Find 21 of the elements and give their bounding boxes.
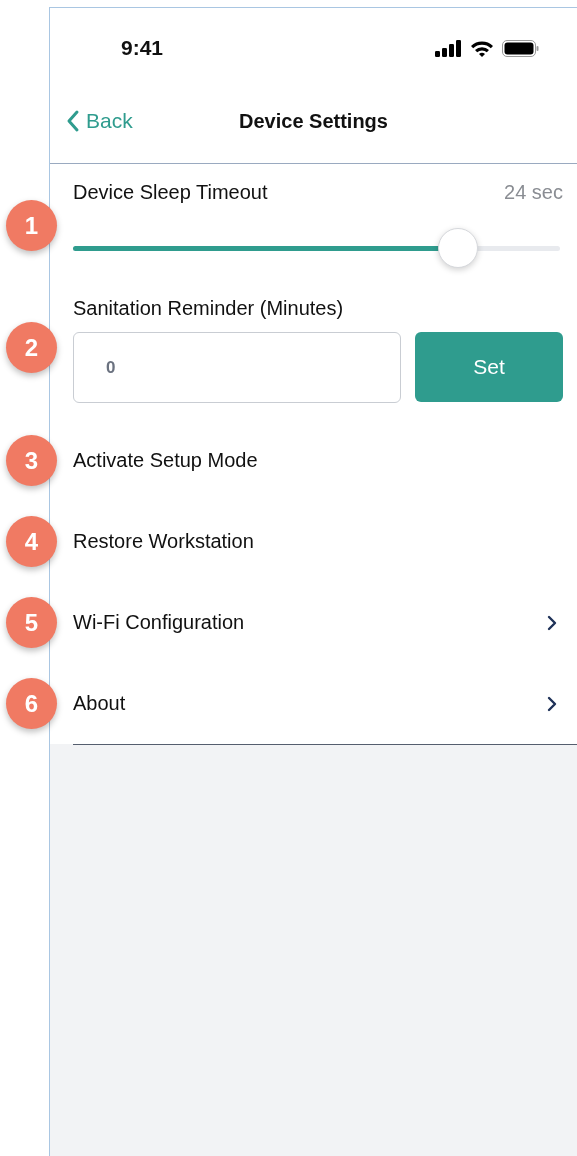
step-number-badge: 1 [6,200,57,251]
menu-item[interactable]: About [73,692,126,715]
wifi-icon [470,39,494,57]
step-number-badge: 2 [6,322,57,373]
step-number-badge: 4 [6,516,57,567]
status-time: 9:41 [121,36,164,60]
page-title: Device Settings [239,110,388,133]
setting-label: Device Sleep Timeout [73,181,268,204]
setting-label: Sanitation Reminder (Minutes) [73,297,344,320]
step-number-badge: 5 [6,597,57,648]
menu-item[interactable]: Activate Setup Mode [73,449,258,472]
step-number-badge: 3 [6,435,57,486]
minutes-input-field[interactable]: 0 [73,332,401,403]
menu-item[interactable]: Wi-Fi Configuration [73,611,245,634]
slider-thumb[interactable] [437,228,478,268]
chevron-left-icon [66,108,80,133]
slider-value: 24 sec [504,181,563,204]
step-number-badge: 6 [6,678,57,729]
signal-icon [435,39,462,57]
battery-icon [502,39,539,57]
menu-item[interactable]: Restore Workstation [73,530,254,553]
